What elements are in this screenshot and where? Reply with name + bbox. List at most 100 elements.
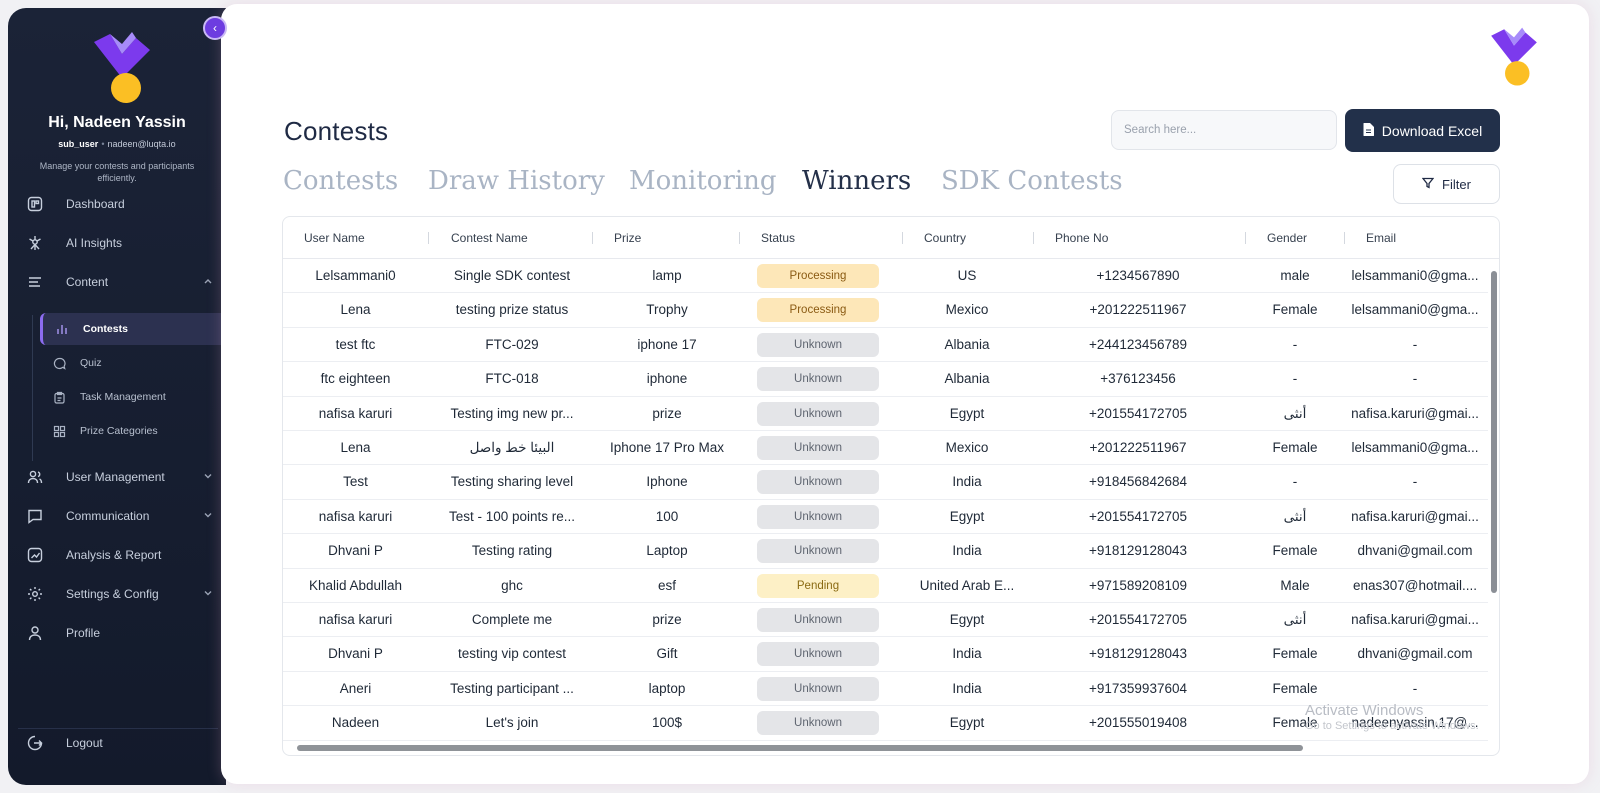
cell-contest-name: Complete me xyxy=(471,612,553,627)
cell-gender: Female xyxy=(1272,680,1318,696)
sidebar-item-user-management[interactable]: User Management xyxy=(26,462,222,492)
sidebar-item-dashboard[interactable]: Dashboard xyxy=(26,189,222,219)
table-row[interactable]: Khalid Abdullah ghc esf United Arab E... +97… xyxy=(283,569,1488,603)
status-badge: Unknown xyxy=(757,367,879,392)
page-title: Contests xyxy=(284,116,389,146)
table-row[interactable]: Test Testing sharing level Iphone India +918… xyxy=(283,465,1488,500)
sidebar-item-label: Dashboard xyxy=(66,197,125,211)
user-meta: sub_user • nadeen@luqta.io xyxy=(8,139,226,149)
cell-email: - xyxy=(1412,371,1418,387)
chevron-down-icon xyxy=(202,470,214,485)
table-header: User Name Contest Name Prize Status Coun… xyxy=(283,217,1499,259)
cell-email: lelsammani0@gma... xyxy=(1351,268,1479,283)
cell-email: lelsammani0@gma... xyxy=(1351,302,1479,318)
cell-country: Mexico xyxy=(945,302,989,318)
cell-user-name: Lelsammani0 xyxy=(315,268,396,283)
column-header-status[interactable]: Status xyxy=(761,231,795,245)
logout-label: Logout xyxy=(66,736,103,750)
cell-phone-no: +201554172705 xyxy=(1089,508,1187,524)
cell-gender: - xyxy=(1292,474,1298,490)
table-row[interactable]: test ftc FTC-029 iphone 17 Albania +24412345… xyxy=(283,328,1488,363)
user-role: sub_user xyxy=(58,139,99,149)
tab-monitoring[interactable]: Monitoring xyxy=(629,166,777,196)
sidebar-item-label: Profile xyxy=(66,626,101,640)
tab-contests[interactable]: Contests xyxy=(283,166,398,196)
column-header-country[interactable]: Country xyxy=(924,231,966,245)
cell-contest-name: Single SDK contest xyxy=(453,268,571,283)
column-header-prize[interactable]: Prize xyxy=(614,231,641,245)
column-header-contest-name[interactable]: Contest Name xyxy=(451,231,528,245)
sidebar-item-ai-insights[interactable]: AI Insights xyxy=(26,228,222,258)
table-row[interactable]: Dhvani P testing vip contest Gift India +918… xyxy=(283,637,1488,672)
collapse-sidebar-button[interactable]: ‹ xyxy=(203,16,227,40)
vertical-scrollbar[interactable] xyxy=(1490,261,1498,751)
sidebar-subitem-quiz[interactable]: Quiz xyxy=(40,347,224,379)
user-email: nadeen@luqta.io xyxy=(107,139,176,149)
sidebar-item-analysis-report[interactable]: Analysis & Report xyxy=(26,540,222,570)
column-header-phone-no[interactable]: Phone No xyxy=(1055,231,1108,245)
column-header-user-name[interactable]: User Name xyxy=(304,231,365,245)
sidebar-item-communication[interactable]: Communication xyxy=(26,501,222,531)
cell-country: Mexico xyxy=(945,440,989,455)
column-header-gender[interactable]: Gender xyxy=(1267,231,1307,245)
cell-country: US xyxy=(957,268,977,283)
sidebar-subitem-label: Prize Categories xyxy=(80,425,158,437)
cell-gender: - xyxy=(1292,371,1298,387)
cell-user-name: test ftc xyxy=(335,336,376,352)
sidebar-subitem-task-management[interactable]: Task Management xyxy=(40,381,224,413)
tab-winners[interactable]: Winners xyxy=(802,166,911,196)
cell-country: Albania xyxy=(944,371,990,387)
cell-phone-no: +201554172705 xyxy=(1089,405,1187,421)
cell-phone-no: +1234567890 xyxy=(1096,268,1180,283)
sidebar-item-content[interactable]: Content xyxy=(26,267,222,297)
column-divider xyxy=(592,232,593,244)
cell-prize: iphone xyxy=(646,371,688,387)
sidebar-item-label: Settings & Config xyxy=(66,587,159,601)
status-badge: Unknown xyxy=(757,436,879,460)
table-row[interactable]: Lelsammani0 Single SDK contest lamp US +1234… xyxy=(283,259,1488,294)
quiz-icon xyxy=(52,356,66,370)
cell-prize: laptop xyxy=(648,680,686,696)
table-row[interactable]: ftc eighteen FTC-018 iphone Albania +3761234… xyxy=(283,362,1488,397)
report-icon xyxy=(26,546,44,564)
filter-button[interactable]: Filter xyxy=(1393,164,1500,204)
horizontal-scroll-thumb[interactable] xyxy=(297,745,1303,751)
vertical-scroll-thumb[interactable] xyxy=(1491,271,1497,593)
column-divider xyxy=(428,232,429,244)
sidebar-subitem-prize-categories[interactable]: Prize Categories xyxy=(40,415,224,447)
logout-button[interactable]: Logout xyxy=(26,728,222,758)
status-badge: Unknown xyxy=(757,642,879,667)
file-icon xyxy=(1363,122,1374,139)
cell-phone-no: +918456842684 xyxy=(1089,474,1187,490)
cell-gender: Female xyxy=(1272,543,1318,559)
table-row[interactable]: nafisa karuri Test - 100 points re... 100 E… xyxy=(283,500,1488,535)
cell-gender: Male xyxy=(1280,577,1310,593)
cell-user-name: Khalid Abdullah xyxy=(308,577,403,593)
cell-gender: أنثى xyxy=(1283,405,1307,421)
search-input[interactable] xyxy=(1111,110,1337,150)
column-divider xyxy=(902,232,903,244)
table-row[interactable]: Lena testing prize status Trophy Mexico +201… xyxy=(283,293,1488,328)
dashboard-icon xyxy=(26,195,44,213)
download-excel-button[interactable]: Download Excel xyxy=(1345,109,1500,152)
table-row[interactable]: Dhvani P Testing rating Laptop India +918129… xyxy=(283,534,1488,569)
sidebar-item-label: Analysis & Report xyxy=(66,548,162,562)
tab-sdk-contests[interactable]: SDK Contests xyxy=(941,166,1123,196)
sidebar-item-settings-config[interactable]: Settings & Config xyxy=(26,579,222,609)
cell-contest-name: testing vip contest xyxy=(457,646,567,662)
cell-user-name: ftc eighteen xyxy=(320,371,391,387)
status-badge: Unknown xyxy=(757,332,879,357)
tab-draw-history[interactable]: Draw History xyxy=(428,166,605,196)
cell-country: Albania xyxy=(944,336,990,352)
cell-phone-no: +918129128043 xyxy=(1089,543,1187,559)
column-header-email[interactable]: Email xyxy=(1366,231,1396,245)
cell-prize: Iphone xyxy=(646,474,688,490)
cell-phone-no: +918129128043 xyxy=(1089,646,1187,662)
table-row[interactable]: Lena البيئا خط واصل Iphone 17 Pro Max Mexic… xyxy=(283,431,1488,466)
cell-user-name: Nadeen xyxy=(331,715,380,731)
sidebar-item-profile[interactable]: Profile xyxy=(26,618,222,648)
table-row[interactable]: nafisa karuri Testing img new pr... prize E… xyxy=(283,397,1488,431)
sidebar-subitem-contests[interactable]: Contests xyxy=(40,313,224,345)
column-divider xyxy=(1344,232,1345,244)
table-row[interactable]: nafisa karuri Complete me prize Egypt +20155… xyxy=(283,603,1488,638)
